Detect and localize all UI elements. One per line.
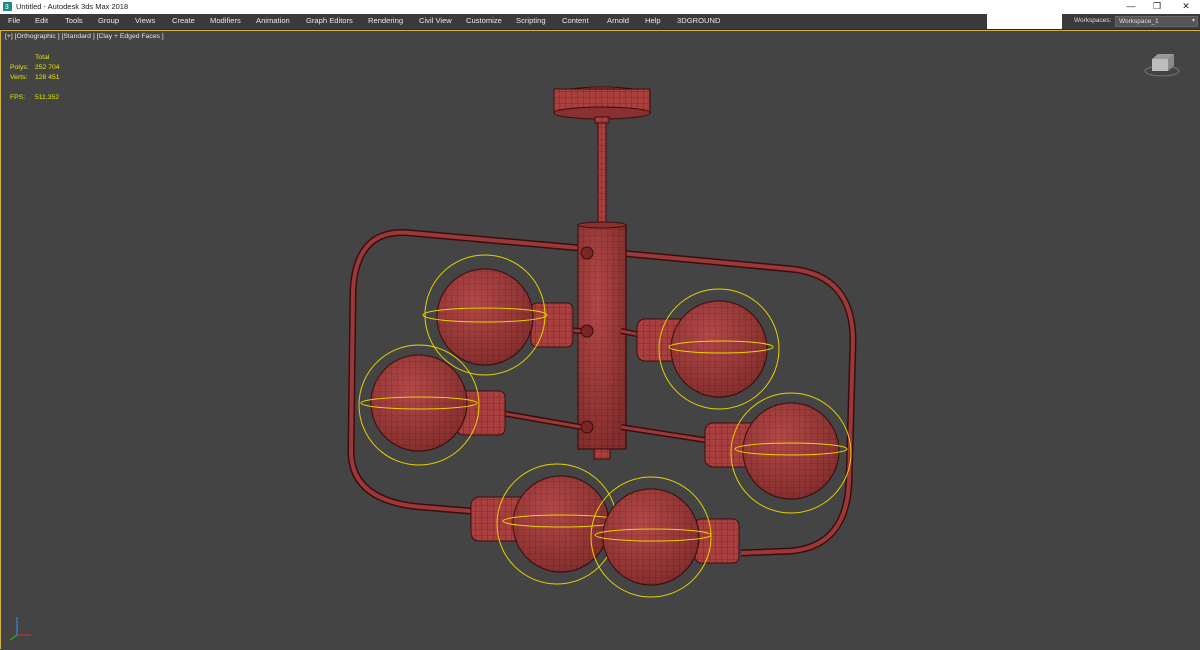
menu-scripting[interactable]: Scripting — [516, 16, 546, 25]
menu-group[interactable]: Group — [98, 16, 119, 25]
menu-3dground[interactable]: 3DGROUND — [677, 16, 720, 25]
menu-arnold[interactable]: Arnold — [607, 16, 629, 25]
window-title: Untitled - Autodesk 3ds Max 2018 — [16, 2, 129, 11]
bulb-mid-right[interactable] — [704, 392, 852, 514]
close-button[interactable]: ✕ — [1179, 1, 1193, 12]
menu-create[interactable]: Create — [172, 16, 195, 25]
menu-customize[interactable]: Customize — [466, 16, 502, 25]
svg-text:3: 3 — [5, 2, 9, 11]
menu-help[interactable]: Help — [645, 16, 661, 25]
menu-tools[interactable]: Tools — [65, 16, 83, 25]
canopy[interactable] — [553, 86, 651, 124]
restore-button[interactable]: ❐ — [1150, 1, 1164, 12]
chevron-down-icon: ▾ — [1191, 18, 1195, 24]
menu-modifiers[interactable]: Modifiers — [210, 16, 241, 25]
menu-content[interactable]: Content — [562, 16, 589, 25]
axis-tripod-icon — [9, 617, 31, 641]
viewport[interactable]: [+] [Orthographic ] [Standard ] [Clay + … — [0, 30, 1200, 649]
menu-graph-editors[interactable]: Graph Editors — [306, 16, 353, 25]
menu-spacer — [987, 14, 1062, 29]
menu-animation[interactable]: Animation — [256, 16, 290, 25]
title-bar: 3 Untitled - Autodesk 3ds Max 2018 — ❐ ✕ — [0, 0, 1200, 14]
workspace-label: Workspaces: — [1074, 17, 1112, 24]
bulb-top-left[interactable] — [422, 254, 574, 376]
bulb-bottom-left[interactable] — [470, 463, 620, 585]
stem[interactable] — [597, 122, 607, 226]
chandelier-model[interactable] — [1, 31, 1200, 650]
menu-civil-view[interactable]: Civil View — [419, 16, 452, 25]
workspace-bar: Workspaces: Workspace_1 ▾ — [1062, 14, 1200, 29]
minimize-button[interactable]: — — [1124, 1, 1138, 12]
menu-edit[interactable]: Edit — [35, 16, 48, 25]
workspace-select[interactable]: Workspace_1 ▾ — [1115, 16, 1198, 27]
menu-views[interactable]: Views — [135, 16, 155, 25]
bulb-top-right[interactable] — [636, 288, 780, 410]
menu-rendering[interactable]: Rendering — [368, 16, 403, 25]
menu-file[interactable]: File — [8, 16, 20, 25]
workspace-value: Workspace_1 — [1119, 18, 1159, 25]
app-icon: 3 — [3, 2, 12, 11]
bulb-bottom-right[interactable] — [590, 476, 740, 598]
